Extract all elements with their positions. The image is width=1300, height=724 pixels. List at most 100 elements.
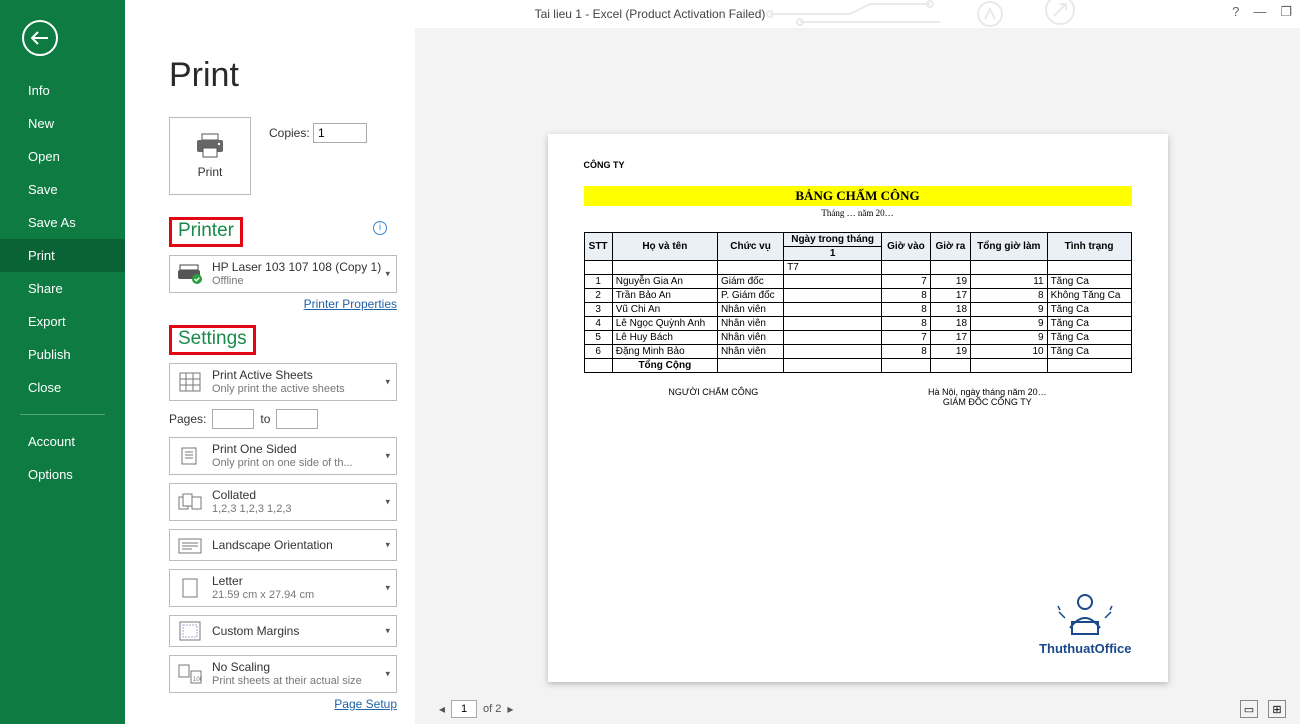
paper-icon	[176, 577, 204, 599]
nav-divider	[20, 414, 105, 415]
preview-page: CÔNG TY BẢNG CHẤM CÔNG Tháng … năm 20… S…	[548, 134, 1168, 682]
scaling-selector[interactable]: 100 No ScalingPrint sheets at their actu…	[169, 655, 397, 693]
sheets-icon	[176, 371, 204, 393]
margins-selector[interactable]: Custom Margins ▾	[169, 615, 397, 647]
nav-options[interactable]: Options	[0, 458, 125, 491]
minimize-button[interactable]: —	[1253, 4, 1266, 20]
printer-properties-link[interactable]: Printer Properties	[169, 297, 397, 311]
doc-subtitle: Tháng … năm 20…	[584, 208, 1132, 218]
printer-info-icon[interactable]: i	[373, 221, 387, 235]
current-page-input[interactable]	[451, 700, 477, 718]
total-label: Tổng Cộng	[612, 359, 717, 373]
th-status: Tình trạng	[1047, 233, 1131, 261]
printer-name: HP Laser 103 107 108 (Copy 1)	[212, 260, 381, 274]
zoom-controls: ▭ ⊞	[1240, 700, 1286, 718]
nav-account[interactable]: Account	[0, 425, 125, 458]
print-button[interactable]: Print	[169, 117, 251, 195]
nav-close[interactable]: Close	[0, 371, 125, 404]
svg-text:100: 100	[193, 677, 202, 683]
copies-input[interactable]	[313, 123, 367, 143]
nav-new[interactable]: New	[0, 107, 125, 140]
dropdown-icon: ▾	[385, 626, 390, 637]
th-role: Chức vụ	[717, 233, 783, 261]
one-sided-icon	[176, 445, 204, 467]
nav-open[interactable]: Open	[0, 140, 125, 173]
table-row: 6Đặng Minh BảoNhân viên81910Tăng Ca	[584, 345, 1131, 359]
print-what-title: Print Active Sheets	[212, 368, 345, 382]
dropdown-icon: ▾	[385, 583, 390, 594]
print-preview-area: CÔNG TY BẢNG CHẤM CÔNG Tháng … năm 20… S…	[415, 28, 1300, 724]
next-page-button[interactable]: ▸	[507, 702, 513, 716]
table-row: 4Lê Ngọc Quỳnh AnhNhân viên8189Tăng Ca	[584, 317, 1131, 331]
print-settings-panel: Print Print Copies: i Printer HP Laser 1…	[125, 28, 415, 724]
sides-sub: Only print on one side of th...	[212, 456, 353, 470]
print-button-label: Print	[198, 165, 223, 179]
th-name: Họ và tên	[612, 233, 717, 261]
nav-info[interactable]: Info	[0, 74, 125, 107]
doc-title: BẢNG CHẤM CÔNG	[584, 186, 1132, 206]
orientation-selector[interactable]: Landscape Orientation ▾	[169, 529, 397, 561]
pages-label: Pages:	[169, 412, 206, 426]
dropdown-icon: ▾	[385, 540, 390, 551]
th-total: Tổng giờ làm	[971, 233, 1048, 261]
dropdown-icon: ▾	[385, 669, 390, 680]
nav-print[interactable]: Print	[0, 239, 125, 272]
nav-publish[interactable]: Publish	[0, 338, 125, 371]
pages-from-input[interactable]	[212, 409, 254, 429]
collate-sub: 1,2,3 1,2,3 1,2,3	[212, 502, 292, 516]
landscape-icon	[176, 534, 204, 556]
margins-icon	[176, 620, 204, 642]
printer-status: Offline	[212, 274, 381, 288]
dropdown-icon: ▾	[385, 269, 390, 280]
decorative-circuit-icon	[760, 0, 1140, 28]
print-what-selector[interactable]: Print Active SheetsOnly print the active…	[169, 363, 397, 401]
collate-selector[interactable]: Collated1,2,3 1,2,3 1,2,3 ▾	[169, 483, 397, 521]
doc-company: CÔNG TY	[584, 160, 1132, 170]
nav-share[interactable]: Share	[0, 272, 125, 305]
th-dayhdr: Ngày trong tháng	[784, 233, 882, 247]
doc-table: STT Họ và tên Chức vụ Ngày trong tháng G…	[584, 232, 1132, 373]
th-out: Giờ ra	[930, 233, 970, 261]
orientation-title: Landscape Orientation	[212, 538, 333, 552]
settings-section-header: Settings	[169, 325, 256, 355]
printer-section-header: Printer	[169, 217, 243, 247]
help-button[interactable]: ?	[1232, 4, 1239, 20]
watermark-logo: ThuthuatOffice	[1039, 588, 1131, 656]
collate-title: Collated	[212, 488, 292, 502]
nav-save[interactable]: Save	[0, 173, 125, 206]
sig-left: NGƯỜI CHẤM CÔNG	[668, 387, 758, 407]
printer-status-icon	[176, 263, 204, 285]
pages-to-label: to	[260, 412, 270, 426]
paper-size-title: Letter	[212, 574, 314, 588]
page-setup-link[interactable]: Page Setup	[169, 697, 397, 711]
th-day: 1	[784, 247, 882, 261]
title-bar: Tai lieu 1 - Excel (Product Activation F…	[0, 0, 1300, 28]
zoom-to-page-button[interactable]: ▭	[1240, 700, 1258, 718]
pages-to-input[interactable]	[276, 409, 318, 429]
page-of-label: of 2	[483, 703, 501, 715]
scaling-title: No Scaling	[212, 660, 362, 674]
dropdown-icon: ▾	[385, 497, 390, 508]
sig-right: GIÁM ĐỐC CÔNG TY	[928, 397, 1047, 407]
mark-cell: T7	[784, 261, 882, 275]
watermark-text: ThuthuatOffice	[1039, 641, 1131, 656]
restore-button[interactable]: ❐	[1280, 4, 1292, 20]
printer-icon	[195, 133, 225, 159]
zoom-button[interactable]: ⊞	[1268, 700, 1286, 718]
printer-selector[interactable]: HP Laser 103 107 108 (Copy 1) Offline ▾	[169, 255, 397, 293]
table-row: 3Vũ Chi AnNhân viên8189Tăng Ca	[584, 303, 1131, 317]
sides-selector[interactable]: Print One SidedOnly print on one side of…	[169, 437, 397, 475]
sig-right-date: Hà Nội, ngày tháng năm 20…	[928, 387, 1047, 397]
collated-icon	[176, 491, 204, 513]
nav-export[interactable]: Export	[0, 305, 125, 338]
back-button[interactable]	[22, 20, 58, 56]
nav-save-as[interactable]: Save As	[0, 206, 125, 239]
page-navigator: ◂ of 2 ▸	[439, 700, 513, 718]
dropdown-icon: ▾	[385, 451, 390, 462]
scaling-icon: 100	[176, 663, 204, 685]
window-title: Tai lieu 1 - Excel (Product Activation F…	[535, 7, 766, 21]
paper-size-sub: 21.59 cm x 27.94 cm	[212, 588, 314, 602]
prev-page-button[interactable]: ◂	[439, 702, 445, 716]
paper-size-selector[interactable]: Letter21.59 cm x 27.94 cm ▾	[169, 569, 397, 607]
margins-title: Custom Margins	[212, 624, 299, 638]
